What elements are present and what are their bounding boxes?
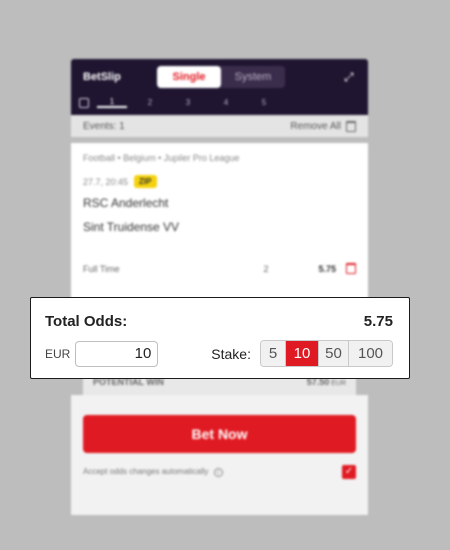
home-team: RSC Anderlecht: [83, 196, 169, 210]
mode-system-button[interactable]: System: [221, 66, 285, 88]
zip-badge: ZIP: [134, 175, 157, 188]
market-row: Full Time 2 5.75: [83, 263, 356, 274]
events-bar: Events: 1 Remove All: [71, 115, 368, 137]
bet-now-button[interactable]: Bet Now: [83, 415, 356, 453]
betslip-background: BetSlip Single System ⤢ 1 2 3 4 5 Events…: [71, 59, 368, 515]
trash-icon: [346, 120, 356, 132]
remove-selection-icon[interactable]: [346, 263, 356, 274]
slip-tab-5[interactable]: 5: [249, 98, 279, 107]
league-breadcrumb: Football • Belgium • Jupiler Pro League: [83, 153, 240, 163]
slip-tab-4[interactable]: 4: [211, 98, 241, 107]
expand-icon[interactable]: ⤢: [344, 71, 356, 83]
currency-label: EUR: [45, 346, 71, 361]
stake-chip-100[interactable]: 100: [348, 341, 392, 366]
remove-all-label: Remove All: [290, 120, 341, 132]
potential-win-currency: EUR: [331, 380, 346, 387]
away-team: Sint Truidense VV: [83, 220, 180, 234]
accept-odds-row: Accept odds changes automatically i ✓: [83, 465, 356, 479]
stake-panel: Total Odds: 5.75 EUR Stake: 5 10 50 100: [30, 297, 410, 379]
events-count: Events: 1: [83, 120, 125, 132]
slip-footer: Bet Now Accept odds changes automaticall…: [71, 395, 368, 515]
stake-label: Stake:: [211, 345, 251, 362]
match-time-row: 27.7, 20:45 ZIP: [83, 175, 356, 188]
betslip-title: BetSlip: [83, 71, 121, 83]
market-label: Full Time: [83, 263, 120, 274]
total-odds-row: Total Odds: 5.75: [45, 313, 393, 330]
selection-card: Football • Belgium • Jupiler Pro League …: [71, 143, 368, 303]
stake-row: EUR Stake: 5 10 50 100: [45, 340, 393, 367]
stake-chips: 5 10 50 100: [260, 340, 393, 367]
total-odds-value: 5.75: [363, 313, 393, 330]
slip-tab-3[interactable]: 3: [173, 98, 203, 107]
slip-number-tabs: 1 2 3 4 5: [79, 97, 279, 108]
mode-toggle: Single System: [157, 66, 285, 88]
stake-chip-5[interactable]: 5: [261, 341, 285, 366]
info-icon[interactable]: i: [213, 468, 223, 477]
stake-chip-50[interactable]: 50: [318, 341, 348, 366]
total-odds-label: Total Odds:: [45, 313, 128, 330]
slip-tab-1[interactable]: 1: [97, 97, 127, 108]
accept-odds-label: Accept odds changes automatically: [83, 467, 209, 476]
remove-all-button[interactable]: Remove All: [290, 120, 356, 132]
match-datetime: 27.7, 20:45: [83, 176, 129, 187]
pick-value: 2: [263, 263, 269, 274]
slip-tab-2[interactable]: 2: [135, 98, 165, 107]
stake-input[interactable]: [75, 340, 159, 367]
copy-icon[interactable]: [79, 97, 89, 108]
mode-single-button[interactable]: Single: [157, 66, 221, 88]
odds-value: 5.75: [318, 263, 336, 274]
betslip-header: BetSlip Single System ⤢ 1 2 3 4 5: [71, 59, 368, 115]
accept-odds-text: Accept odds changes automatically i: [83, 467, 223, 477]
stake-chip-10[interactable]: 10: [285, 341, 318, 366]
accept-odds-checkbox[interactable]: ✓: [342, 465, 356, 479]
